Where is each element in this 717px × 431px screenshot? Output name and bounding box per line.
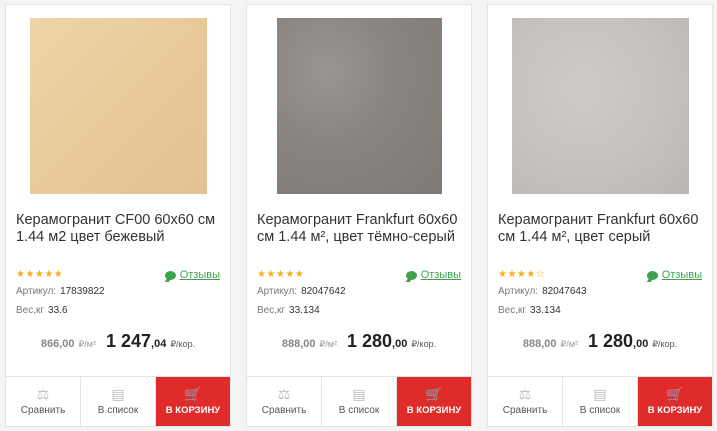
- weight-label: Вес,кг: [16, 305, 45, 316]
- compare-label: Сравнить: [20, 405, 66, 416]
- compare-label: Сравнить: [502, 405, 548, 416]
- scales-icon: ⚖: [277, 386, 291, 402]
- rating-stars: ★★★★★: [257, 269, 305, 280]
- weight-label: Вес,кг: [257, 305, 286, 316]
- scales-icon: ⚖: [518, 386, 532, 402]
- article-value: 17839822: [60, 286, 105, 297]
- price-row: 888,00 ₽/м² 1 280,00 ₽/кор.: [488, 331, 712, 352]
- weight-value: 33.134: [289, 305, 320, 316]
- unit-m2: ₽/м²: [560, 339, 578, 349]
- compare-button[interactable]: ⚖ Сравнить: [488, 377, 563, 426]
- price-box-cents: ,00: [633, 338, 649, 350]
- price-per-m2: 888,00: [522, 338, 557, 350]
- add-to-cart-button[interactable]: 🛒 В КОРЗИНУ: [397, 377, 471, 426]
- speech-bubble-icon: [646, 270, 658, 280]
- reviews-link[interactable]: Отзывы: [646, 269, 702, 281]
- weight-row: Вес,кг 33.134: [498, 305, 561, 316]
- compare-button[interactable]: ⚖ Сравнить: [247, 377, 322, 426]
- cart-icon: 🛒: [425, 386, 443, 402]
- cart-icon: 🛒: [666, 386, 684, 402]
- cart-label: В КОРЗИНУ: [647, 405, 703, 416]
- price-box-cents: ,00: [392, 338, 408, 350]
- speech-bubble-icon: [164, 270, 176, 280]
- list-icon: ▤: [352, 386, 366, 402]
- add-to-cart-button[interactable]: 🛒 В КОРЗИНУ: [156, 377, 230, 426]
- price-row: 866,00 ₽/м² 1 247,04 ₽/кор.: [6, 331, 230, 352]
- weight-value: 33.6: [48, 305, 68, 316]
- product-title[interactable]: Керамогранит Frankfurt 60x60 см 1.44 м²,…: [498, 212, 708, 246]
- price-box-main: 1 280: [587, 331, 634, 351]
- rating-stars: ★★★★☆: [498, 269, 546, 280]
- product-card: Керамогранит Frankfurt 60x60 см 1.44 м²,…: [246, 4, 472, 427]
- unit-box: ₽/кор.: [652, 339, 678, 349]
- list-label: В список: [338, 405, 380, 416]
- article-label: Артикул:: [257, 286, 298, 297]
- unit-box: ₽/кор.: [170, 339, 196, 349]
- card-actions: ⚖ Сравнить ▤ В список 🛒 В КОРЗИНУ: [6, 376, 230, 426]
- weight-value: 33.134: [530, 305, 561, 316]
- product-image[interactable]: [277, 18, 442, 194]
- price-box-cents: ,04: [151, 338, 167, 350]
- product-card: Керамогранит CF00 60x60 см 1.44 м2 цвет …: [5, 4, 231, 427]
- unit-m2: ₽/м²: [319, 339, 337, 349]
- price-per-m2: 866,00: [40, 338, 75, 350]
- reviews-link[interactable]: Отзывы: [405, 269, 461, 281]
- speech-bubble-icon: [405, 270, 417, 280]
- price-row: 888,00 ₽/м² 1 280,00 ₽/кор.: [247, 331, 471, 352]
- price-per-m2: 888,00: [281, 338, 316, 350]
- cart-label: В КОРЗИНУ: [165, 405, 221, 416]
- product-image[interactable]: [512, 18, 689, 194]
- weight-label: Вес,кг: [498, 305, 527, 316]
- unit-box: ₽/кор.: [411, 339, 437, 349]
- article-label: Артикул:: [16, 286, 57, 297]
- rating-stars: ★★★★★: [16, 269, 64, 280]
- product-title[interactable]: Керамогранит CF00 60x60 см 1.44 м2 цвет …: [16, 212, 226, 246]
- article-row: Артикул: 82047643: [498, 286, 587, 297]
- list-label: В список: [579, 405, 621, 416]
- add-to-list-button[interactable]: ▤ В список: [322, 377, 397, 426]
- product-title[interactable]: Керамогранит Frankfurt 60x60 см 1.44 м²,…: [257, 212, 467, 246]
- reviews-label: Отзывы: [661, 269, 702, 281]
- article-value: 82047643: [542, 286, 587, 297]
- cart-label: В КОРЗИНУ: [406, 405, 462, 416]
- list-icon: ▤: [593, 386, 607, 402]
- card-actions: ⚖ Сравнить ▤ В список 🛒 В КОРЗИНУ: [488, 376, 712, 426]
- article-row: Артикул: 82047642: [257, 286, 346, 297]
- compare-label: Сравнить: [261, 405, 307, 416]
- add-to-list-button[interactable]: ▤ В список: [563, 377, 638, 426]
- reviews-link[interactable]: Отзывы: [164, 269, 220, 281]
- price-per-box: 1 280,00: [347, 331, 407, 352]
- product-image[interactable]: [30, 18, 207, 194]
- weight-row: Вес,кг 33.6: [16, 305, 68, 316]
- product-card: Керамогранит Frankfurt 60x60 см 1.44 м²,…: [487, 4, 713, 427]
- unit-m2: ₽/м²: [78, 339, 96, 349]
- price-per-box: 1 280,00: [588, 331, 648, 352]
- article-label: Артикул:: [498, 286, 539, 297]
- reviews-label: Отзывы: [420, 269, 461, 281]
- cart-icon: 🛒: [184, 386, 202, 402]
- price-per-box: 1 247,04: [106, 331, 166, 352]
- weight-row: Вес,кг 33.134: [257, 305, 320, 316]
- article-row: Артикул: 17839822: [16, 286, 105, 297]
- add-to-cart-button[interactable]: 🛒 В КОРЗИНУ: [638, 377, 712, 426]
- scales-icon: ⚖: [36, 386, 50, 402]
- compare-button[interactable]: ⚖ Сравнить: [6, 377, 81, 426]
- price-box-main: 1 247: [105, 331, 152, 351]
- card-actions: ⚖ Сравнить ▤ В список 🛒 В КОРЗИНУ: [247, 376, 471, 426]
- reviews-label: Отзывы: [179, 269, 220, 281]
- add-to-list-button[interactable]: ▤ В список: [81, 377, 156, 426]
- list-icon: ▤: [111, 386, 125, 402]
- article-value: 82047642: [301, 286, 346, 297]
- price-box-main: 1 280: [346, 331, 393, 351]
- list-label: В список: [97, 405, 139, 416]
